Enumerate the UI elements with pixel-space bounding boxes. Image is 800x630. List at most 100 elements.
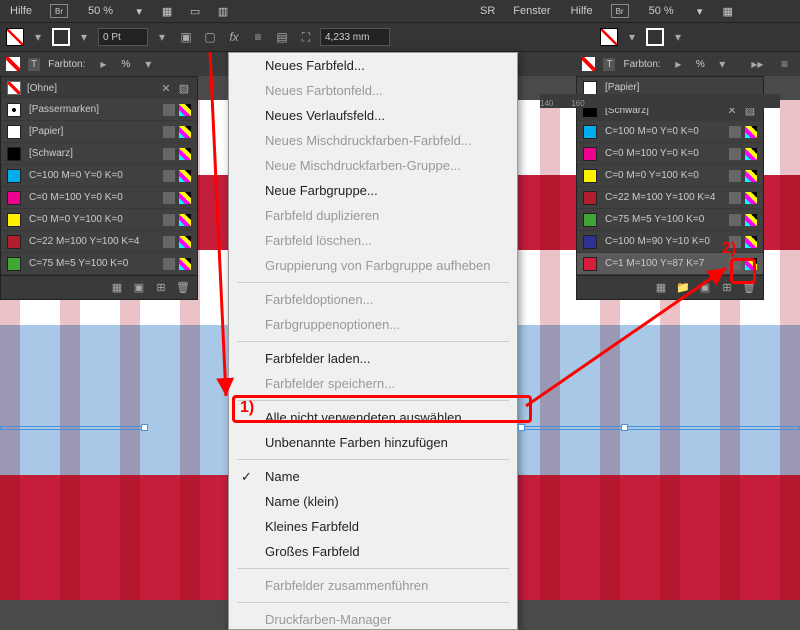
swatches-footer-right: ▦ 📁 ▣ ⊞ 🗑 [577,275,763,299]
swatch-row[interactable]: C=0 M=0 Y=100 K=0 [577,165,763,187]
bridge-icon[interactable]: Br [50,4,68,18]
fill-swatch[interactable] [6,28,24,46]
screen-mode-icon[interactable]: ▭ [185,3,205,19]
swatch-row[interactable]: [Papier] [1,121,197,143]
menu-save-swatches: Farbfelder speichern... [229,371,517,396]
paragraph-icon[interactable]: ≡ [248,27,268,47]
delete-swatch-icon[interactable]: 🗑 [175,280,191,296]
text-wrap-icon[interactable]: ▤ [272,27,292,47]
menu-large-swatch-view[interactable]: Großes Farbfeld [229,539,517,564]
swatch-flag-icon [729,258,741,270]
bridge-icon-r[interactable]: Br [611,4,629,18]
menu-new-color-swatch[interactable]: Neues Farbfeld... [229,53,517,78]
stroke-dropdown-2-icon[interactable]: ▾ [152,27,172,47]
fill-swatch-r[interactable] [600,28,618,46]
view-options-icon[interactable]: ▦ [157,3,177,19]
menu-help[interactable]: Hilfe [0,5,42,17]
swatch-name: C=75 M=5 Y=100 K=0 [29,258,159,269]
menu-name-small-view[interactable]: Name (klein) [229,489,517,514]
sr-label: SR [480,5,503,17]
menu-new-color-group[interactable]: Neue Farbgruppe... [229,178,517,203]
menu-add-unnamed-colors[interactable]: Unbenannte Farben hinzufügen [229,430,517,455]
none-type-icon: ▨ [177,81,191,95]
stroke-weight-field[interactable]: 0 Pt [98,28,148,46]
show-list-icon-r[interactable]: ▦ [653,280,669,296]
t-icon-r[interactable]: T [603,58,615,71]
swatch-row[interactable]: C=0 M=100 Y=0 K=0 [577,143,763,165]
zoom-level[interactable]: 50 % [88,5,113,17]
tint-dropdown-icon[interactable]: ▾ [138,54,158,74]
tint-slider-icon-r[interactable]: ▸ [669,54,688,74]
menu-window[interactable]: Fenster [503,5,560,17]
tint-dropdown-icon-r[interactable]: ▾ [713,54,732,74]
stroke-swatch[interactable] [52,28,70,46]
zoom-level-r[interactable]: 50 % [649,5,674,17]
swatch-header-none[interactable]: [Ohne] ✕ ▨ [1,77,197,99]
text-fill-none-icon[interactable] [6,57,20,71]
fill-dropdown-icon-r[interactable]: ▾ [622,27,642,47]
menu-help-r[interactable]: Hilfe [561,5,603,17]
tint-label-r: Farbton: [623,59,660,70]
swatch-row[interactable]: C=0 M=100 Y=0 K=0 [1,187,197,209]
swatch-flag-icon [163,126,175,138]
view-options-icon-r[interactable]: ▦ [718,3,738,19]
swatch-flag-icon [163,192,175,204]
text-fill-none-icon-r[interactable] [582,57,595,71]
dropdown-icon-r[interactable]: ▾ [690,3,710,19]
transform-icon[interactable]: ⛶ [296,27,316,47]
swatches-panel-right: [Papier] [Schwarz] ✕ ▨ C=100 M=0 Y=0 K=0… [576,76,764,300]
menu-separator [237,341,509,342]
menu-swatch-options: Farbfeldoptionen... [229,287,517,312]
fx-icon[interactable]: fx [224,27,244,47]
new-folder-icon-r[interactable]: 📁 [675,280,691,296]
dropdown-icon[interactable]: ▾ [129,3,149,19]
swatch-flag-icon [163,214,175,226]
swatch-flag-icon [729,170,741,182]
swatch-flag-icon [729,192,741,204]
tint-slider-icon[interactable]: ▸ [93,54,113,74]
swatch-chip [583,81,597,95]
annotation-step-1: 1) [240,399,254,417]
delete-swatch-icon-r[interactable]: 🗑 [741,280,757,296]
swatch-row[interactable]: C=100 M=0 Y=0 K=0 [1,165,197,187]
menu-select-all-unused[interactable]: Alle nicht verwendeten auswählen [229,405,517,430]
swatches-panel-menu: Neues Farbfeld... Neues Farbtonfeld... N… [228,52,518,630]
panel-collapse-icon-r[interactable]: ▸▸ [748,54,767,74]
arrange-icon[interactable]: ▥ [213,3,233,19]
swatch-row[interactable]: C=100 M=0 Y=0 K=0 [577,121,763,143]
cmyk-icon [179,214,191,226]
swatch-row[interactable]: [Schwarz] [1,143,197,165]
menu-small-swatch-view[interactable]: Kleines Farbfeld [229,514,517,539]
swatch-row[interactable]: C=22 M=100 Y=100 K=4 [1,231,197,253]
swatch-row[interactable]: C=75 M=5 Y=100 K=0 [577,209,763,231]
swatch-chip [583,213,597,227]
menu-new-gradient-swatch[interactable]: Neues Verlaufsfeld... [229,103,517,128]
swatch-name: C=1 M=100 Y=87 K=7 [605,258,725,269]
width-field[interactable]: 4,233 mm [320,28,390,46]
stroke-dropdown-icon[interactable]: ▾ [74,27,94,47]
fill-dropdown-icon[interactable]: ▾ [28,27,48,47]
check-icon: ✓ [241,469,252,485]
new-group-icon[interactable]: ▣ [131,280,147,296]
swatch-name: C=0 M=0 Y=100 K=0 [29,214,159,225]
menu-separator [237,568,509,569]
crop-icon[interactable]: ▣ [176,27,196,47]
menu-load-swatches[interactable]: Farbfelder laden... [229,346,517,371]
show-list-icon[interactable]: ▦ [109,280,125,296]
swatch-row[interactable]: [Passermarken] [1,99,197,121]
swatch-row[interactable]: C=75 M=5 Y=100 K=0 [1,253,197,275]
panel-menu-icon-r[interactable]: ≡ [775,54,794,74]
lock-icon: ✕ [159,81,173,95]
frame-icon[interactable]: ▢ [200,27,220,47]
swatch-row[interactable]: C=0 M=0 Y=100 K=0 [1,209,197,231]
menu-name-view[interactable]: ✓Name [229,464,517,489]
swatch-chip [583,235,597,249]
new-swatch-icon-r[interactable]: ⊞ [719,280,735,296]
swatch-row[interactable]: C=22 M=100 Y=100 K=4 [577,187,763,209]
stroke-dropdown-icon-r[interactable]: ▾ [668,27,688,47]
new-swatch-icon[interactable]: ⊞ [153,280,169,296]
new-group-icon-r[interactable]: ▣ [697,280,713,296]
stroke-swatch-r[interactable] [646,28,664,46]
t-icon[interactable]: T [28,58,40,71]
swatch-flag-icon [163,236,175,248]
